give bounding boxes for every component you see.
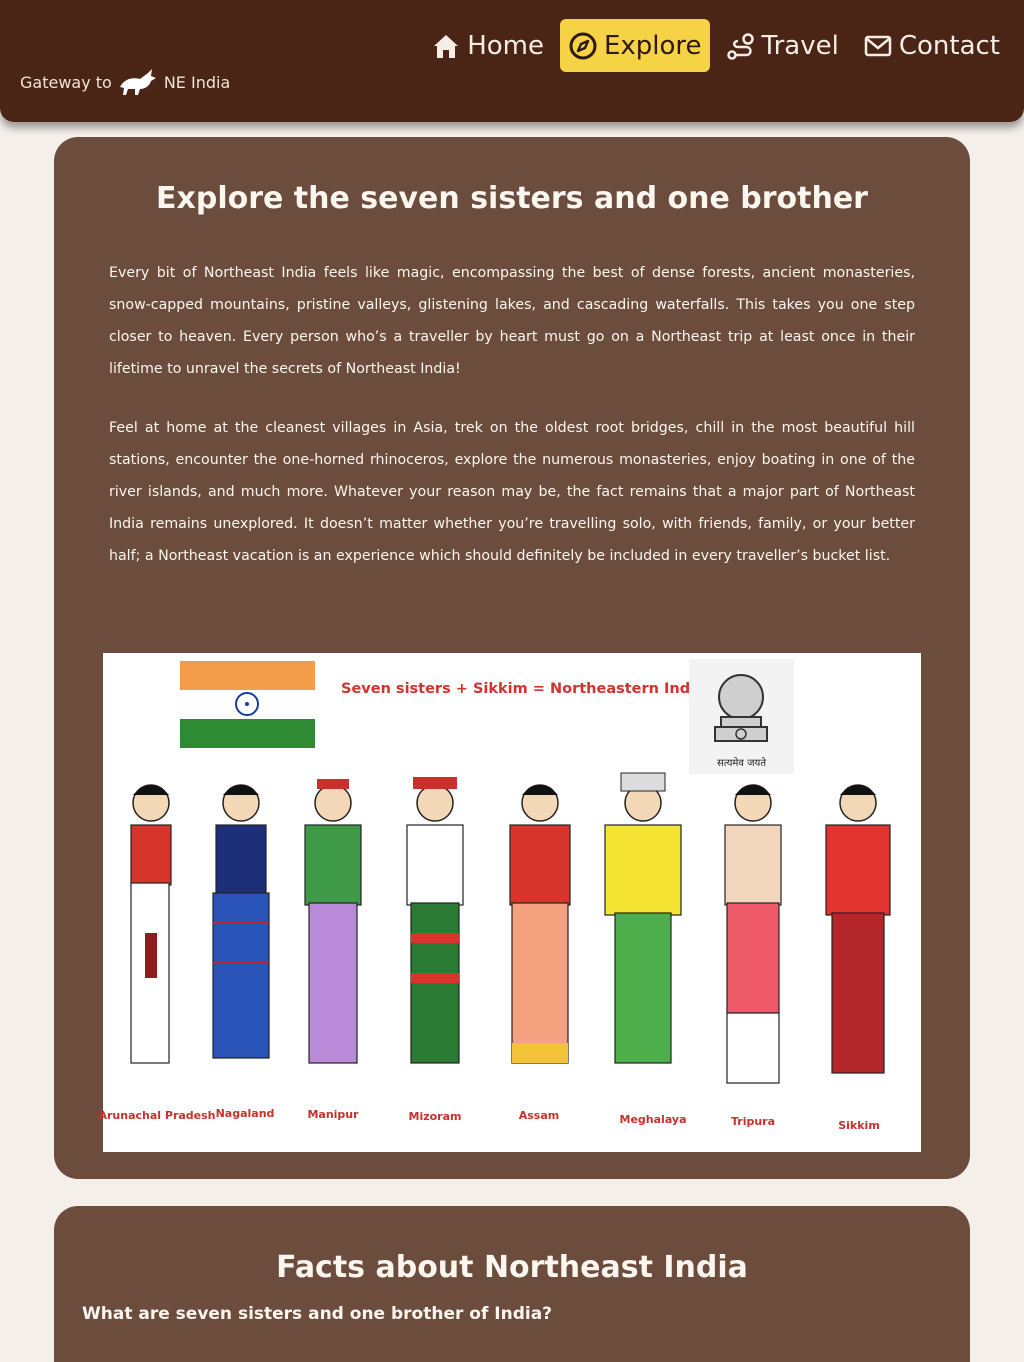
nav-home[interactable]: Home (423, 19, 552, 72)
nav-contact-label: Contact (898, 30, 1000, 61)
state-label-mizoram: Mizoram (408, 1110, 462, 1123)
explore-section: Explore the seven sisters and one brothe… (54, 137, 970, 1179)
figure-mizoram (406, 777, 464, 1064)
facts-section: Facts about Northeast India What are sev… (54, 1206, 970, 1362)
figure-meghalaya (604, 772, 682, 1064)
state-label-nagaland: Nagaland (215, 1107, 275, 1120)
emblem-motto: सत्यमेव जयते (716, 758, 767, 769)
brand-logo[interactable]: Gateway to NE India (20, 66, 230, 98)
compass-icon (569, 32, 597, 59)
indian-flag (180, 661, 315, 748)
main-nav: Home Explore Travel Contact (423, 19, 1008, 72)
site-header: Gateway to NE India Home Explore Travel … (0, 0, 1024, 122)
lion-capital-icon (714, 674, 768, 742)
state-label-meghalaya: Meghalaya (619, 1113, 687, 1126)
explore-title: Explore the seven sisters and one brothe… (156, 181, 868, 216)
figure-arunachal (130, 784, 172, 1064)
seven-sisters-illustration: Seven sisters + Sikkim = Northeastern In… (98, 653, 921, 1152)
nav-travel-label: Travel (761, 30, 839, 61)
illustration-art (130, 661, 891, 1084)
route-icon (726, 32, 754, 60)
faq-question[interactable]: What are seven sisters and one brother o… (82, 1304, 552, 1324)
figure-sikkim (825, 784, 891, 1074)
nav-home-label: Home (467, 30, 544, 61)
figure-tripura (724, 784, 782, 1084)
figure-nagaland (212, 784, 270, 1059)
explore-paragraph-1: Every bit of Northeast India feels like … (109, 265, 915, 377)
state-label-assam: Assam (518, 1109, 560, 1122)
nav-explore-label: Explore (603, 30, 702, 61)
figure-manipur (304, 779, 362, 1064)
state-label-arunachal: Arunachal Pradesh (98, 1109, 216, 1122)
brand-prefix: Gateway to (20, 72, 112, 92)
state-label-tripura: Tripura (730, 1115, 776, 1128)
national-emblem: सत्यमेव जयते (689, 659, 794, 774)
state-label-sikkim: Sikkim (838, 1119, 880, 1132)
facts-title: Facts about Northeast India (276, 1250, 748, 1285)
envelope-icon (864, 35, 892, 56)
home-icon (434, 34, 459, 58)
state-label-manipur: Manipur (307, 1108, 359, 1121)
nav-travel[interactable]: Travel (718, 19, 847, 72)
brand-suffix: NE India (163, 72, 231, 92)
nav-explore[interactable]: Explore (559, 19, 710, 72)
nav-contact[interactable]: Contact (855, 19, 1008, 72)
rhino-icon (119, 69, 156, 95)
figure-assam (509, 784, 571, 1064)
explore-paragraph-2: Feel at home at the cleanest villages in… (109, 420, 915, 564)
illustration-banner: Seven sisters + Sikkim = Northeastern In… (341, 681, 705, 697)
